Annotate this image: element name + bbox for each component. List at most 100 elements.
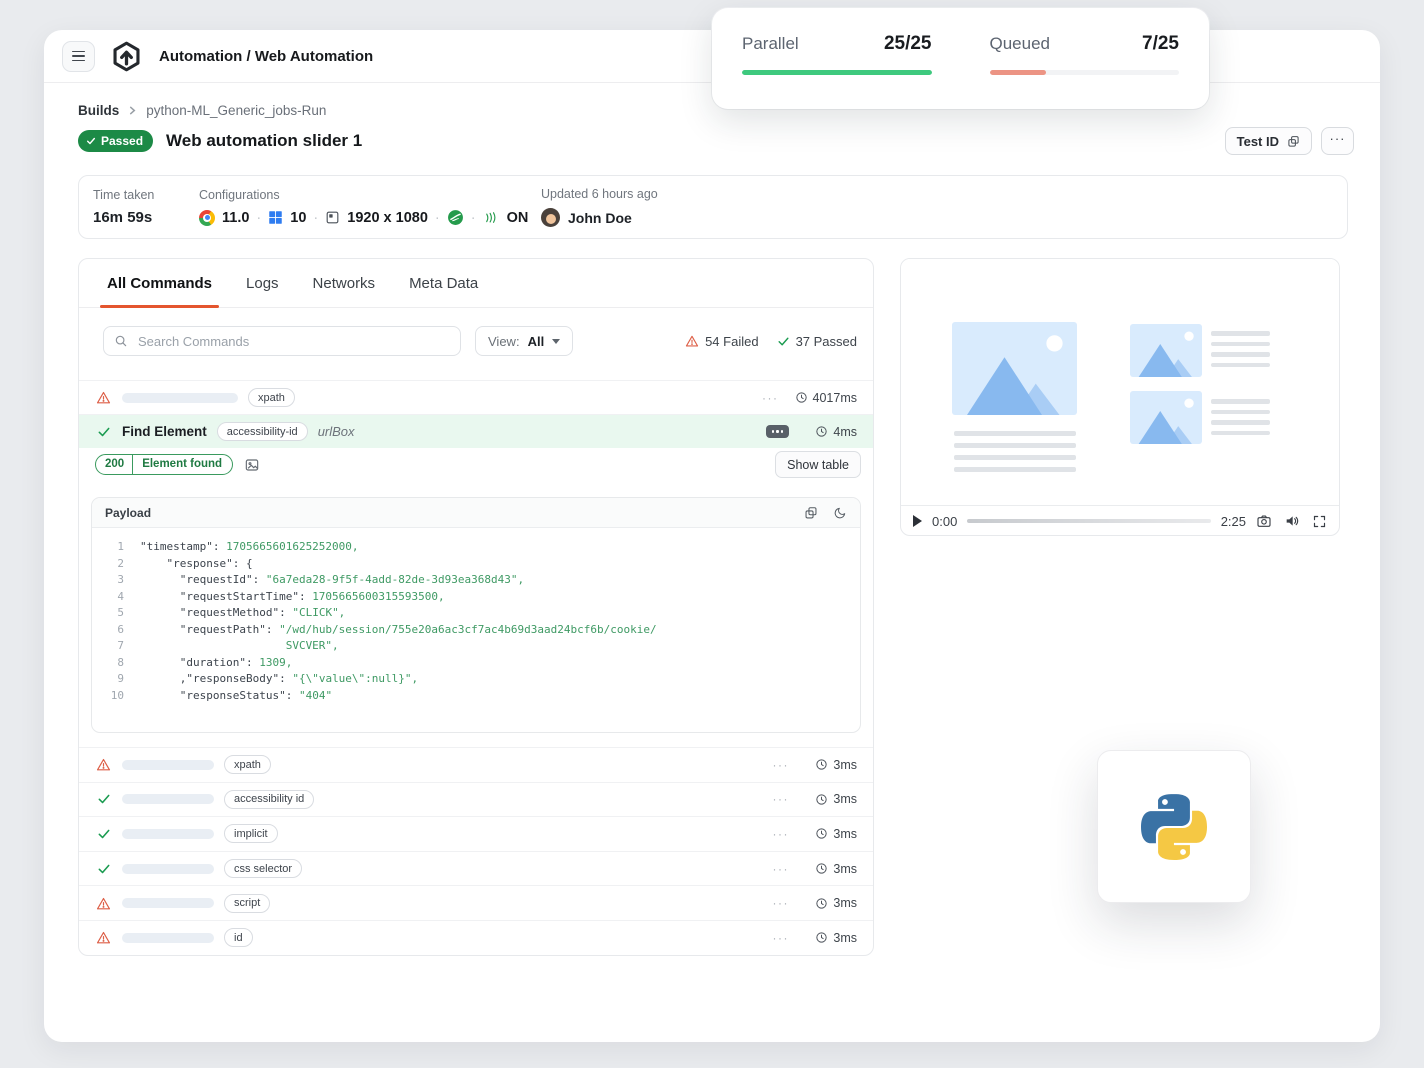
command-row-selected[interactable]: Find Element accessibility-id urlBox 4ms xyxy=(79,414,873,448)
fullscreen-icon xyxy=(1312,514,1327,529)
breadcrumb-current: python-ML_Generic_jobs-Run xyxy=(146,103,326,118)
command-list: xpath ··· 3ms accessibility id ··· xyxy=(79,747,873,955)
code-line: 5 "requestMethod": "CLICK", xyxy=(92,605,860,622)
code-line: 7 SVCVER", xyxy=(92,638,860,655)
user-name: John Doe xyxy=(568,210,632,226)
code-key: "timestamp": xyxy=(140,539,226,556)
os-version: 10 xyxy=(290,210,306,226)
code-key: "response": { xyxy=(140,556,253,573)
queued-value: 7/25 xyxy=(1142,33,1179,55)
avatar xyxy=(541,208,560,227)
code-line: 6 "requestPath": "/wd/hub/session/755e20… xyxy=(92,622,860,639)
page-title: Automation / Web Automation xyxy=(159,48,373,65)
placeholder-image-large xyxy=(952,322,1077,415)
tab-networks[interactable]: Networks xyxy=(313,259,376,307)
tab-bar: All Commands Logs Networks Meta Data xyxy=(79,259,873,308)
row-actions-button[interactable] xyxy=(766,425,789,438)
command-row[interactable]: script ··· 3ms xyxy=(79,885,873,920)
search-box[interactable] xyxy=(103,326,461,356)
check-icon xyxy=(777,335,790,348)
duration: 4017ms xyxy=(813,391,857,405)
commands-toolbar: View: All 54 Failed 37 Passed xyxy=(103,326,857,356)
tab-meta-data[interactable]: Meta Data xyxy=(409,259,478,307)
command-row[interactable]: id ··· 3ms xyxy=(79,920,873,955)
command-row-failed-xpath[interactable]: xpath ··· 4017ms xyxy=(79,380,873,414)
payload-header: Payload xyxy=(92,498,860,528)
code-value: "CLICK", xyxy=(292,605,345,622)
play-button[interactable] xyxy=(913,515,922,527)
line-number: 5 xyxy=(92,605,124,622)
code-key: "requestPath": xyxy=(140,622,279,639)
dark-mode-toggle[interactable] xyxy=(833,506,847,520)
test-id-button[interactable]: Test ID xyxy=(1225,127,1312,155)
clock-icon xyxy=(815,425,828,438)
parallel-value: 25/25 xyxy=(884,33,932,55)
seek-bar[interactable] xyxy=(967,519,1210,523)
queued-label: Queued xyxy=(990,34,1051,54)
row-more-button[interactable]: ··· xyxy=(773,828,790,840)
check-icon xyxy=(95,425,112,439)
parallel-progress-fill xyxy=(742,70,932,75)
check-icon xyxy=(97,792,111,806)
row-more-button[interactable]: ··· xyxy=(773,793,790,805)
placeholder-image-small-1 xyxy=(1130,324,1202,377)
copy-payload-button[interactable] xyxy=(804,506,818,520)
tab-all-commands[interactable]: All Commands xyxy=(107,259,212,307)
clock-icon xyxy=(795,391,808,404)
fullscreen-button[interactable] xyxy=(1312,514,1327,529)
skeleton-text xyxy=(122,760,214,770)
view-filter-dropdown[interactable]: View: All xyxy=(475,326,573,356)
python-framework-card[interactable] xyxy=(1097,750,1251,903)
command-row[interactable]: css selector ··· 3ms xyxy=(79,851,873,886)
screenshot-button[interactable] xyxy=(1256,513,1272,529)
check-icon xyxy=(97,827,111,841)
updated-group: Updated 6 hours ago John Doe xyxy=(541,187,658,227)
clock-icon xyxy=(815,897,828,910)
volume-button[interactable] xyxy=(1284,513,1300,529)
row-more-button[interactable]: ··· xyxy=(762,392,779,404)
time-taken-group: Time taken 16m 59s xyxy=(93,188,199,226)
search-input[interactable] xyxy=(136,333,450,350)
skeleton-text xyxy=(122,864,214,874)
command-row[interactable]: xpath ··· 3ms xyxy=(79,747,873,782)
browser-version: 11.0 xyxy=(222,210,249,226)
line-number: 10 xyxy=(92,688,124,705)
clock-icon xyxy=(815,758,828,771)
tab-logs[interactable]: Logs xyxy=(246,259,279,307)
row-more-button[interactable]: ··· xyxy=(773,932,790,944)
hamburger-menu-button[interactable] xyxy=(62,41,95,72)
locator-badge: xpath xyxy=(248,388,295,407)
breadcrumb-builds-link[interactable]: Builds xyxy=(78,103,119,118)
command-row[interactable]: implicit ··· 3ms xyxy=(79,816,873,851)
line-number: 1 xyxy=(92,539,124,556)
code-value: 1705665601625252000, xyxy=(226,539,358,556)
screenshot-icon[interactable] xyxy=(244,457,260,473)
command-row[interactable]: accessibility id ··· 3ms xyxy=(79,782,873,817)
code-value: "{\"value\":null}", xyxy=(292,671,418,688)
parallel-progress-track xyxy=(742,70,932,75)
placeholder-text-block xyxy=(954,431,1076,472)
time-taken-value: 16m 59s xyxy=(93,209,199,226)
code-line: 4 "requestStartTime": 170566560031559350… xyxy=(92,589,860,606)
code-line: 8 "duration": 1309, xyxy=(92,655,860,672)
command-name: Find Element xyxy=(122,424,207,439)
resolution-value: 1920 x 1080 xyxy=(347,210,428,226)
row-more-button[interactable]: ··· xyxy=(773,897,790,909)
concurrency-stats-card: Parallel 25/25 Queued 7/25 xyxy=(712,8,1209,109)
brand-logo-icon xyxy=(110,40,143,73)
configurations-group: Configurations 11.0 · 10 · 1920 x 1080 · xyxy=(199,188,539,226)
current-time: 0:00 xyxy=(932,514,957,529)
response-status-pill: 200 Element found xyxy=(95,454,233,475)
more-options-button[interactable]: ··· xyxy=(1321,127,1354,155)
row-more-button[interactable]: ··· xyxy=(773,759,790,771)
queued-progress-fill xyxy=(990,70,1047,75)
skeleton-text xyxy=(122,393,238,403)
test-meta-panel: Time taken 16m 59s Configurations 11.0 ·… xyxy=(78,175,1348,239)
parallel-label: Parallel xyxy=(742,34,799,54)
video-preview xyxy=(901,259,1339,506)
row-more-button[interactable]: ··· xyxy=(773,863,790,875)
status-badge: Passed xyxy=(78,130,153,152)
placeholder-text-block xyxy=(1211,399,1270,435)
locator-badge: accessibility id xyxy=(224,790,314,809)
show-table-button[interactable]: Show table xyxy=(775,451,861,478)
